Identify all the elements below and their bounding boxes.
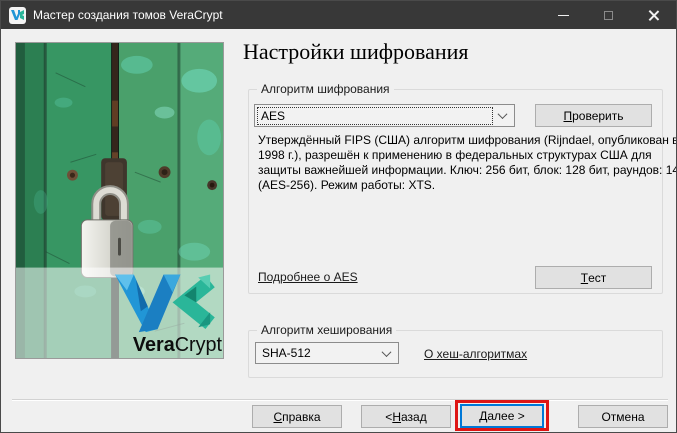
hash-info-link[interactable]: О хеш-алгоритмах [424, 347, 527, 361]
hash-algorithm-select[interactable]: SHA-512 [255, 342, 399, 364]
encryption-algorithm-group: Алгоритм шифрования AES Проверить Утверж… [248, 89, 663, 294]
hash-group-label: Алгоритм хеширования [257, 323, 396, 337]
maximize-icon [586, 1, 631, 29]
hash-algorithm-group: Алгоритм хеширования SHA-512 О хеш-алгор… [248, 330, 663, 378]
encryption-algorithm-value: AES [258, 108, 492, 124]
window-title: Мастер создания томов VeraCrypt [33, 8, 223, 22]
test-button[interactable]: Тест [535, 266, 652, 289]
veracrypt-wizard-window: Мастер создания томов VeraCrypt [0, 0, 677, 433]
algorithm-description: Утверждённый FIPS (США) алгоритм шифрова… [258, 133, 660, 193]
help-button[interactable]: Справка [252, 405, 342, 428]
titlebar: Мастер создания томов VeraCrypt [1, 1, 676, 29]
chevron-down-icon [376, 350, 396, 357]
minimize-icon[interactable] [541, 1, 586, 29]
encryption-algorithm-select[interactable]: AES [254, 104, 515, 127]
next-button[interactable]: Далее > [460, 404, 544, 428]
page-title: Настройки шифрования [243, 39, 469, 65]
encryption-group-label: Алгоритм шифрования [257, 82, 394, 96]
more-about-aes-link[interactable]: Подробнее о AES [258, 270, 358, 284]
verify-button[interactable]: Проверить [535, 104, 652, 127]
svg-text:VeraCrypt: VeraCrypt [133, 334, 223, 356]
cancel-button[interactable]: Отмена [578, 405, 668, 428]
back-button[interactable]: < Назад [361, 405, 451, 428]
door-padlock-photo: VeraCrypt [15, 42, 224, 359]
veracrypt-logo-icon [9, 7, 26, 24]
chevron-down-icon [492, 112, 512, 119]
footer-separator [12, 399, 668, 401]
close-icon[interactable] [631, 1, 676, 29]
hash-algorithm-value: SHA-512 [259, 345, 376, 361]
